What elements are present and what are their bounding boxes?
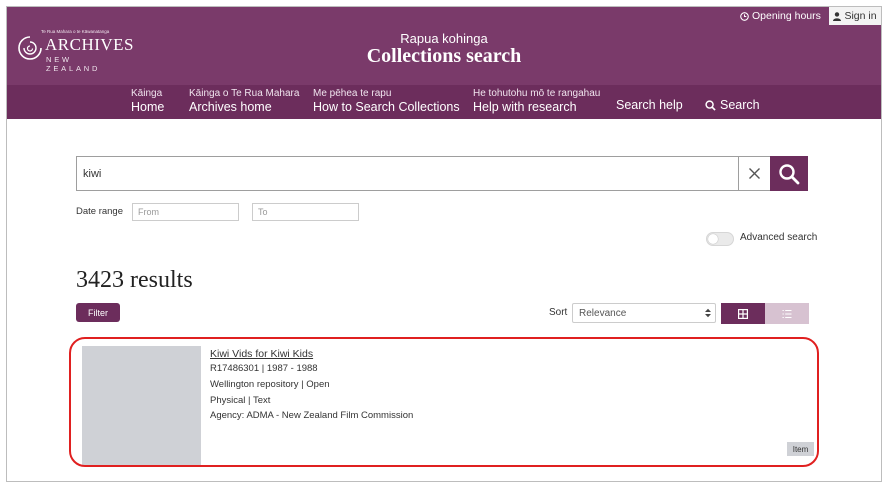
- clear-search-button[interactable]: [738, 156, 770, 191]
- grid-view-button[interactable]: [721, 303, 765, 324]
- search-submit-button[interactable]: [770, 156, 808, 191]
- list-view-button[interactable]: [765, 303, 809, 324]
- nav-item-archives-home-label: Archives home: [189, 100, 272, 114]
- nav-item-help-research-maori: He tohutohu mō te rangahau: [473, 88, 601, 99]
- main-nav: Kāinga Home Kāinga o Te Rua Mahara Archi…: [7, 85, 881, 119]
- search-bar: [76, 156, 738, 191]
- toggle-knob: [708, 234, 718, 244]
- sort-selected-value: Relevance: [579, 307, 627, 319]
- date-from-input[interactable]: [132, 203, 239, 221]
- result-title-link[interactable]: Kiwi Vids for Kiwi Kids: [210, 348, 313, 360]
- nav-item-search-label: Search: [720, 98, 760, 112]
- nav-item-help-research-label: Help with research: [473, 100, 577, 114]
- grid-icon: [738, 308, 748, 319]
- results-count: 3423 results: [76, 267, 193, 293]
- nav-item-help-research[interactable]: He tohutohu mō te rangahau Help with res…: [473, 88, 600, 115]
- date-to-input[interactable]: [252, 203, 359, 221]
- nav-item-home-maori: Kāinga: [131, 88, 163, 99]
- advanced-search-toggle[interactable]: [706, 232, 734, 246]
- sort-label: Sort: [549, 307, 568, 318]
- header-subtitle: Rapua kohinga: [400, 31, 488, 46]
- opening-hours-link[interactable]: Opening hours: [740, 10, 821, 22]
- nav-item-how-to-search-label: How to Search Collections: [313, 100, 460, 114]
- select-arrows-icon: [705, 308, 711, 318]
- search-input[interactable]: [77, 157, 738, 190]
- site-header: Te Rua Mahara o te Kāwanatanga ARCHIVES …: [7, 7, 881, 85]
- list-icon: [782, 309, 792, 318]
- sign-in-button[interactable]: Sign in: [829, 7, 881, 25]
- date-range-label: Date range: [76, 206, 124, 217]
- sort-select[interactable]: Relevance: [572, 303, 716, 323]
- nav-item-how-to-search[interactable]: Me pēhea te rapu How to Search Collectio…: [313, 88, 460, 115]
- close-icon: [749, 168, 760, 179]
- search-icon: [705, 99, 716, 111]
- result-thumbnail[interactable]: [82, 346, 201, 465]
- page-frame: Te Rua Mahara o te Kāwanatanga ARCHIVES …: [6, 6, 882, 482]
- result-format: Physical | Text: [210, 395, 271, 406]
- result-reference-dates: R17486301 | 1987 - 1988: [210, 363, 318, 374]
- nav-item-how-to-search-maori: Me pēhea te rapu: [313, 88, 392, 99]
- opening-hours-label: Opening hours: [752, 10, 821, 22]
- page-title: Collections search: [366, 45, 522, 67]
- sign-in-label: Sign in: [844, 10, 877, 22]
- search-icon: [779, 163, 800, 184]
- advanced-search-label: Advanced search: [740, 232, 818, 243]
- result-type-badge: Item: [787, 442, 814, 456]
- nav-item-home[interactable]: Kāinga Home: [131, 88, 164, 115]
- nav-item-search[interactable]: Search: [705, 98, 760, 112]
- clock-icon: [740, 11, 749, 21]
- nav-item-archives-home-maori: Kāinga o Te Rua Mahara: [189, 88, 300, 99]
- result-repository: Wellington repository | Open: [210, 379, 330, 390]
- filter-button[interactable]: Filter: [76, 303, 120, 322]
- user-icon: [833, 11, 842, 21]
- nav-item-archives-home[interactable]: Kāinga o Te Rua Mahara Archives home: [189, 88, 299, 115]
- nav-item-home-label: Home: [131, 100, 165, 114]
- nav-item-search-help[interactable]: Search help: [616, 98, 683, 112]
- result-agency: Agency: ADMA - New Zealand Film Commissi…: [210, 410, 414, 421]
